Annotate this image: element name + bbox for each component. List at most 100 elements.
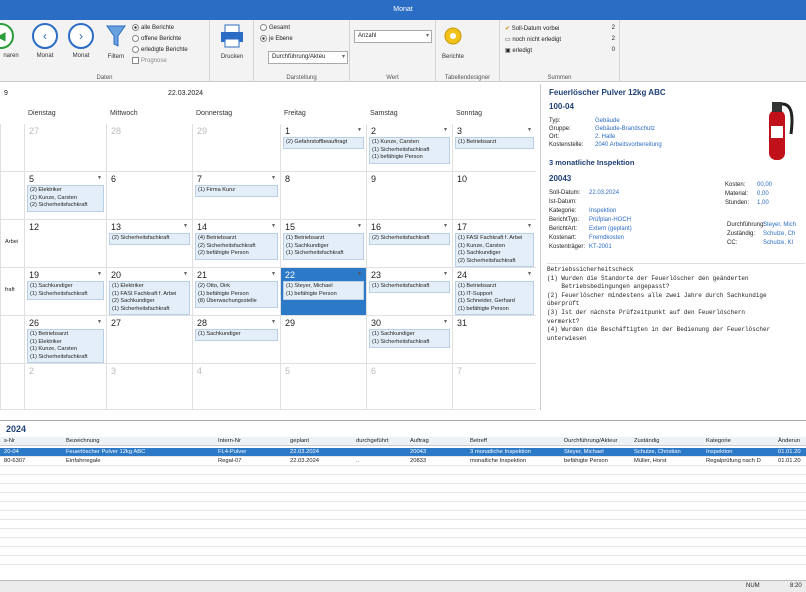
table-row[interactable] <box>0 484 806 493</box>
radio-open-reports[interactable]: offene Berichte <box>132 35 181 42</box>
table-row[interactable] <box>0 556 806 565</box>
calendar-day-cell[interactable]: 13 (2) Sicherheitsfachkraft ▼ <box>106 220 192 268</box>
day-events[interactable]: (1) Kunze, Carsten (1) Sicherheitsfachkr… <box>369 137 450 164</box>
day-events[interactable]: (2) Otto, Dirk (1) befähigte Person (8) … <box>195 281 278 308</box>
print-button[interactable]: Drucken <box>216 23 248 60</box>
column-header[interactable]: Auftrag <box>410 437 429 446</box>
calendar-day-cell[interactable]: Arbei <box>0 220 24 268</box>
calendar-day-cell[interactable]: 6 <box>106 172 192 220</box>
column-header[interactable]: geplant <box>290 437 309 446</box>
calendar-day-cell[interactable]: 5 <box>280 364 366 410</box>
column-header[interactable]: durchgeführt <box>356 437 389 446</box>
calendar-day-cell[interactable] <box>0 172 24 220</box>
calendar-day-cell[interactable]: 3 (1) Betriebsarzt ▼ <box>452 124 536 172</box>
column-header[interactable]: Betreff <box>470 437 487 446</box>
chevron-down-icon[interactable]: ▼ <box>357 271 362 277</box>
calendar-day-cell[interactable]: 27 <box>24 124 106 172</box>
day-events[interactable]: fraft <box>3 286 22 296</box>
day-events[interactable]: (1) Betriebsarzt (1) Elektriker (1) Kunz… <box>27 329 104 364</box>
chevron-down-icon[interactable]: ▼ <box>97 319 102 325</box>
day-events[interactable]: (1) Steyer, Michael (1) befähigte Person <box>283 281 364 301</box>
calendar-day-cell[interactable] <box>0 316 24 364</box>
calendar-day-cell[interactable]: 9 <box>366 172 452 220</box>
day-events[interactable]: (1) Sachkundiger <box>195 329 278 341</box>
calendar-day-cell[interactable]: 12 <box>24 220 106 268</box>
chevron-down-icon[interactable]: ▼ <box>97 175 102 181</box>
calendar-day-cell[interactable]: 2 <box>24 364 106 410</box>
calendar-day-cell[interactable]: 27 <box>106 316 192 364</box>
calendar-day-cell[interactable]: 28 <box>106 124 192 172</box>
calendar-day-cell[interactable]: 17 (1) FASI Fachkraft f. Arbei (1) Kunze,… <box>452 220 536 268</box>
day-events[interactable]: Arbei <box>3 238 22 248</box>
calendar-day-cell[interactable]: 1 (2) Gefahrstoffbeauftragt ▼ <box>280 124 366 172</box>
column-header[interactable]: Zuständig <box>634 437 659 446</box>
value-select[interactable]: Anzahl ▾ <box>354 30 432 43</box>
day-events[interactable]: (2) Sicherheitsfachkraft <box>369 233 450 245</box>
day-events[interactable]: (1) Betriebsarzt <box>455 137 534 149</box>
calendar-day-cell[interactable]: 29 <box>280 316 366 364</box>
day-events[interactable]: (1) Betriebsarzt (1) Sachkundiger (1) Si… <box>283 233 364 260</box>
chevron-down-icon[interactable]: ▼ <box>271 319 276 325</box>
chevron-down-icon[interactable]: ▼ <box>183 271 188 277</box>
next-month-button[interactable]: › Monat <box>66 23 96 59</box>
display-select[interactable]: Durchführung/Akteu ▾ <box>268 51 348 64</box>
calendar-day-cell[interactable]: 8 <box>280 172 366 220</box>
day-events[interactable]: (1) Sicherheitsfachkraft <box>369 281 450 293</box>
calendar-day-cell[interactable]: 2 (1) Kunze, Carsten (1) Sicherheitsfachk… <box>366 124 452 172</box>
table-row[interactable] <box>0 502 806 511</box>
calendar-day-cell[interactable]: 14 (4) Betriebsarzt (2) Sicherheitsfachkr… <box>192 220 280 268</box>
table-row[interactable] <box>0 547 806 556</box>
day-events[interactable]: (4) Betriebsarzt (2) Sicherheitsfachkraf… <box>195 233 278 260</box>
chevron-down-icon[interactable]: ▼ <box>443 319 448 325</box>
column-header[interactable]: s-Nr <box>4 437 15 446</box>
day-events[interactable]: (2) Elektriker (1) Kunze, Carsten (2) Si… <box>27 185 104 212</box>
chevron-down-icon[interactable]: ▼ <box>527 223 532 229</box>
chevron-down-icon[interactable]: ▼ <box>443 223 448 229</box>
table-row[interactable] <box>0 493 806 502</box>
radio-gesamt[interactable]: Gesamt <box>260 24 290 31</box>
day-events[interactable]: (1) Elektriker (1) FASI Fachkraft f. Arb… <box>109 281 190 316</box>
calendar-day-cell[interactable]: 5 (2) Elektriker (1) Kunze, Carsten (2) S… <box>24 172 106 220</box>
table-row[interactable] <box>0 466 806 475</box>
calendar-day-cell[interactable]: 4 <box>192 364 280 410</box>
calendar-day-cell[interactable]: 3 <box>106 364 192 410</box>
chevron-down-icon[interactable]: ▼ <box>527 271 532 277</box>
table-row[interactable] <box>0 529 806 538</box>
chevron-down-icon[interactable]: ▼ <box>271 223 276 229</box>
column-header[interactable]: Änderun <box>778 437 800 446</box>
calendar-day-cell[interactable]: 26 (1) Betriebsarzt (1) Elektriker (1) Ku… <box>24 316 106 364</box>
calendar-day-cell[interactable]: 6 <box>366 364 452 410</box>
calendar-day-cell[interactable]: 19 (1) Sachkundiger (1) Sicherheitsfachkr… <box>24 268 106 316</box>
column-header[interactable]: Durchführung/Akteur <box>564 437 618 446</box>
day-events[interactable]: (1) Betriebsarzt (1) IT-Support (1) Schn… <box>455 281 534 316</box>
table-row[interactable] <box>0 511 806 520</box>
radio-done-reports[interactable]: erledigte Berichte <box>132 46 188 53</box>
chevron-down-icon[interactable]: ▼ <box>271 271 276 277</box>
day-events[interactable]: (2) Sicherheitsfachkraft <box>109 233 190 245</box>
calendar-day-cell[interactable]: 21 (2) Otto, Dirk (1) befähigte Person (8… <box>192 268 280 316</box>
calendar-day-cell[interactable]: 20 (1) Elektriker (1) FASI Fachkraft f. A… <box>106 268 192 316</box>
chevron-down-icon[interactable]: ▼ <box>443 127 448 133</box>
day-events[interactable]: (1) Sachkundiger (1) Sicherheitsfachkraf… <box>27 281 104 301</box>
table-row[interactable]: 80-6307 Einfahrregale Regal-07 22.03.2024..… <box>0 457 806 466</box>
chevron-down-icon[interactable]: ▼ <box>183 223 188 229</box>
chevron-down-icon[interactable]: ▼ <box>271 175 276 181</box>
radio-all-reports[interactable]: alle Berichte <box>132 24 174 31</box>
chevron-down-icon[interactable]: ▼ <box>527 127 532 133</box>
radio-je-ebene[interactable]: je Ebene <box>260 35 293 42</box>
calendar-day-cell[interactable]: 28 (1) Sachkundiger ▼ <box>192 316 280 364</box>
checkbox-prognose[interactable]: Prognose <box>132 57 167 64</box>
calendar-day-cell[interactable]: 30 (1) Sachkundiger (1) Sicherheitsfachkr… <box>366 316 452 364</box>
day-events[interactable]: (2) Gefahrstoffbeauftragt <box>283 137 364 149</box>
chevron-down-icon[interactable]: ▼ <box>357 223 362 229</box>
filter-button[interactable]: Filtern <box>102 23 130 60</box>
table-row[interactable] <box>0 520 806 529</box>
calendar-day-cell[interactable]: 22 (1) Steyer, Michael (1) befähigte Pers… <box>280 268 366 316</box>
chevron-down-icon[interactable]: ▼ <box>443 271 448 277</box>
calendar-day-cell[interactable]: 7 (1) Firma Kunz ▼ <box>192 172 280 220</box>
chevron-down-icon[interactable]: ▼ <box>97 271 102 277</box>
calendar-day-cell[interactable]: fraft <box>0 268 24 316</box>
calendar-day-cell[interactable]: 23 (1) Sicherheitsfachkraft ▼ <box>366 268 452 316</box>
table-row[interactable] <box>0 538 806 547</box>
prev-month-button[interactable]: ‹ Monat <box>30 23 60 59</box>
